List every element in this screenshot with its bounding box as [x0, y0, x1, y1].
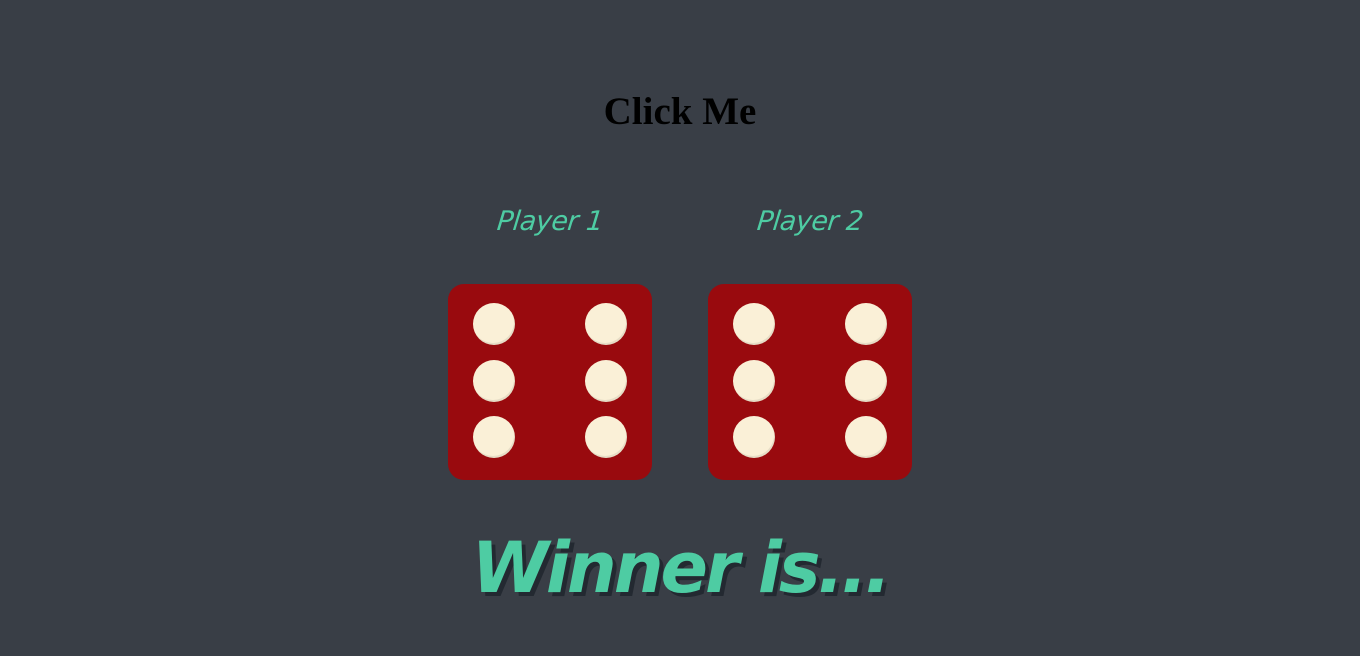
dice-pip	[845, 360, 887, 402]
dice-pip	[473, 416, 515, 458]
dice-pip	[473, 360, 515, 402]
page: Click Me Player 1 Player 2 Winner is...	[0, 0, 1360, 656]
dice-pip	[585, 360, 627, 402]
player-1-dice-icon[interactable]	[448, 284, 652, 480]
dice-pip	[585, 416, 627, 458]
dice-pip	[733, 416, 775, 458]
player-2-label: Player 2	[755, 206, 865, 237]
dice-pip	[845, 416, 887, 458]
dice-pip	[733, 360, 775, 402]
click-me-heading[interactable]: Click Me	[0, 86, 1360, 138]
player-2-dice-icon[interactable]	[708, 284, 912, 480]
dice-pip	[845, 303, 887, 345]
dice-pip	[473, 303, 515, 345]
winner-text: Winner is...	[471, 527, 892, 609]
player-1-label: Player 1	[495, 206, 605, 237]
dice-pip	[733, 303, 775, 345]
dice-pip	[585, 303, 627, 345]
